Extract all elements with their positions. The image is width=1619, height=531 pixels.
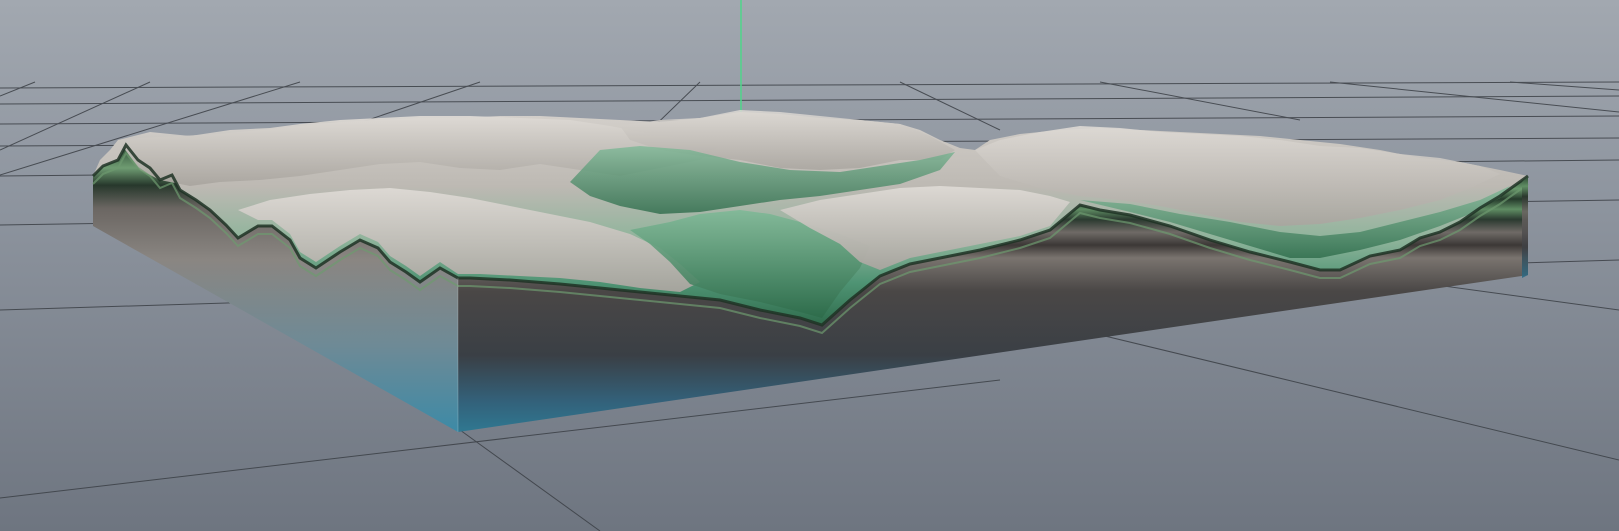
3d-viewport[interactable] xyxy=(0,0,1619,531)
viewport-canvas[interactable] xyxy=(0,0,1619,531)
terrain-right-wall xyxy=(1522,176,1528,278)
